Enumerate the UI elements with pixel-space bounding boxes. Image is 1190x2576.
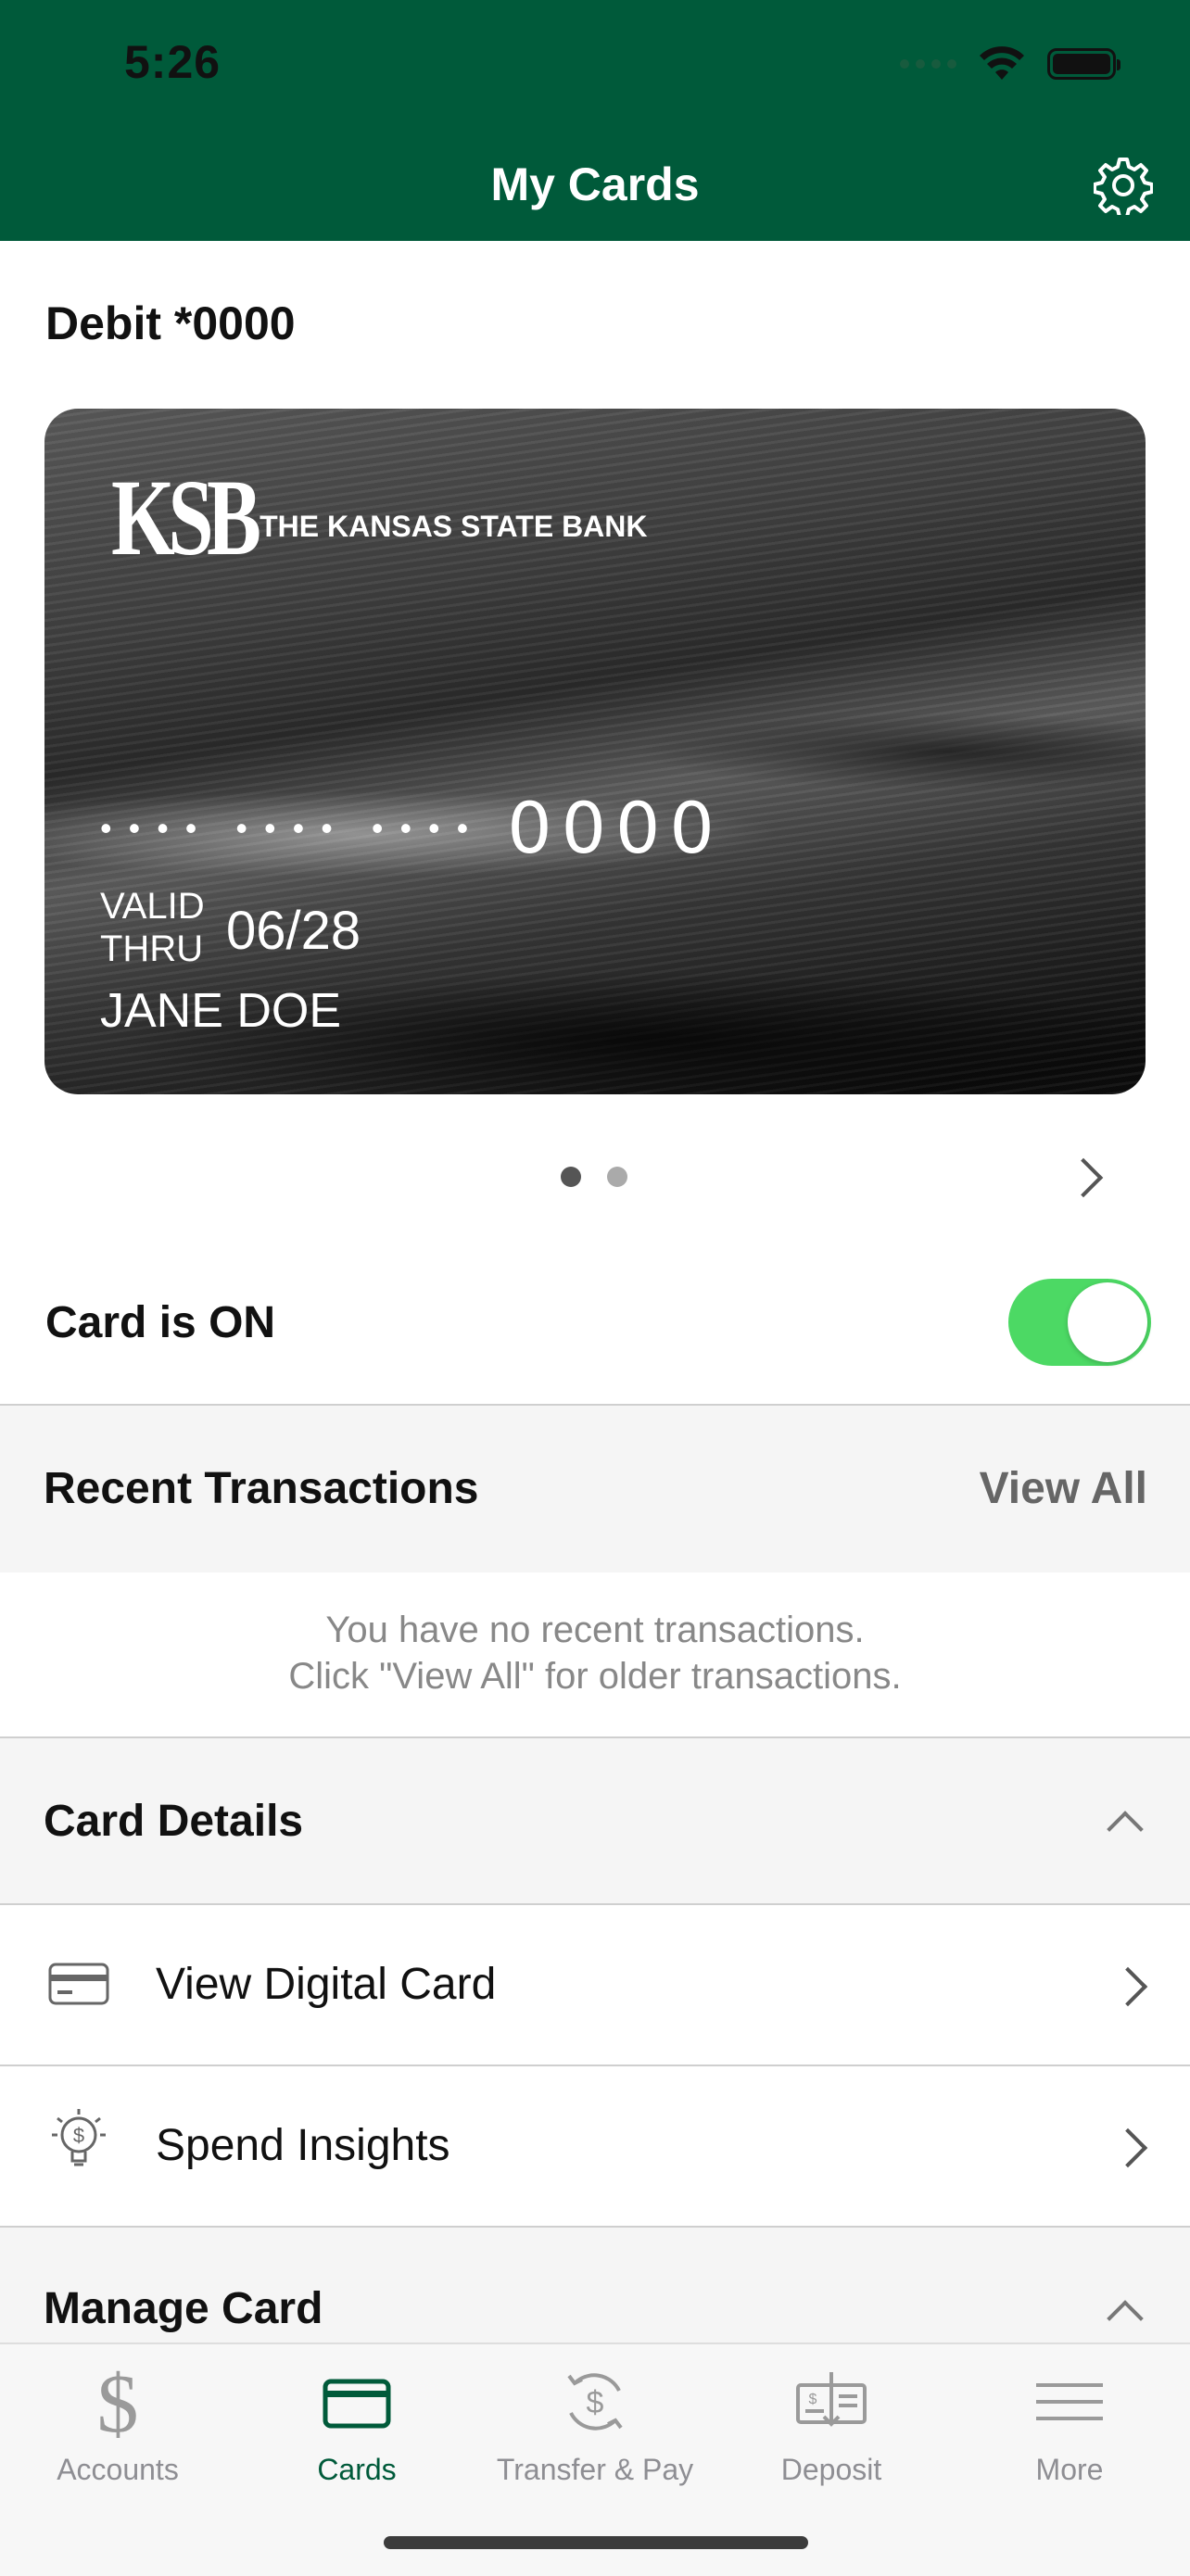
card-on-toggle[interactable]	[1008, 1279, 1151, 1366]
pager-dot[interactable]	[607, 1167, 627, 1187]
toggle-knob	[1068, 1282, 1147, 1362]
bank-name: THE KANSAS STATE BANK	[260, 510, 648, 544]
chevron-right-icon	[1108, 2128, 1148, 2168]
view-digital-card-row[interactable]: View Digital Card	[0, 1905, 1190, 2065]
wifi-icon	[980, 46, 1024, 80]
tab-label-deposit: Deposit	[780, 2453, 882, 2486]
card-details-title: Card Details	[44, 1797, 304, 1846]
svg-text:$: $	[97, 2363, 139, 2441]
view-digital-card-label: View Digital Card	[156, 1960, 497, 2009]
svg-text:$: $	[73, 2124, 84, 2147]
valid-thru-label: VALID THRU	[100, 885, 205, 970]
manage-card-title: Manage Card	[44, 2284, 323, 2333]
tab-transfer-pay[interactable]: $ Transfer & Pay	[488, 2363, 702, 2487]
tab-more[interactable]: More	[963, 2363, 1176, 2487]
masked-digits-1: ••••	[100, 808, 214, 847]
svg-text:$: $	[587, 2385, 604, 2420]
tab-label-cards: Cards	[317, 2453, 397, 2486]
gear-icon[interactable]	[1094, 156, 1153, 215]
pager-dot-active[interactable]	[561, 1167, 581, 1187]
home-indicator[interactable]	[384, 2536, 808, 2549]
card-name-title: Debit *0000	[45, 297, 296, 349]
debit-card-image[interactable]: KSB THE KANSAS STATE BANK •••• •••• ••••…	[44, 409, 1146, 1094]
card-status-label: Card is ON	[45, 1298, 276, 1347]
tab-accounts[interactable]: $ Accounts	[11, 2358, 224, 2487]
valid-label: VALID	[100, 886, 205, 927]
status-icons	[900, 46, 1120, 82]
logo-mark: KSB	[111, 457, 261, 578]
card-pager[interactable]	[561, 1167, 627, 1187]
tab-cards[interactable]: Cards	[250, 2363, 463, 2487]
thru-label: THRU	[100, 928, 204, 969]
card-details-header[interactable]: Card Details	[0, 1738, 1190, 1903]
masked-digits-2: ••••	[235, 808, 349, 847]
collapse-chevron-icon[interactable]	[1107, 1811, 1144, 1848]
tab-label-transfer: Transfer & Pay	[496, 2453, 694, 2486]
lightbulb-dollar-icon: $	[52, 2109, 106, 2166]
chevron-right-icon	[1108, 1966, 1148, 2007]
transfer-icon: $	[567, 2373, 623, 2431]
recent-transactions-title: Recent Transactions	[44, 1464, 479, 1513]
empty-line-1: You have no recent transactions.	[325, 1610, 865, 1650]
battery-icon	[1047, 48, 1120, 80]
menu-icon	[1036, 2383, 1103, 2420]
empty-line-2: Click "View All" for older transactions.	[288, 1656, 902, 1697]
dollar-icon: $	[97, 2358, 139, 2450]
next-card-chevron-icon[interactable]	[1063, 1157, 1104, 1198]
bank-logo: KSB THE KANSAS STATE BANK	[111, 457, 648, 578]
collapse-chevron-icon[interactable]	[1107, 2300, 1144, 2337]
masked-digits-3: ••••	[371, 808, 486, 847]
check-deposit-icon: $	[796, 2372, 867, 2427]
card-number: •••• •••• •••• 0000	[100, 787, 724, 869]
empty-transactions-message: You have no recent transactions. Click "…	[0, 1607, 1190, 1699]
card-last4: 0000	[507, 787, 724, 869]
view-all-link[interactable]: View All	[980, 1463, 1147, 1514]
spend-insights-label: Spend Insights	[156, 2121, 450, 2170]
manage-card-header[interactable]: Manage Card	[0, 2228, 1190, 2342]
credit-card-icon	[48, 1963, 109, 2005]
tab-label-accounts: Accounts	[57, 2453, 179, 2486]
svg-text:$: $	[809, 2392, 817, 2407]
page-title: My Cards	[490, 158, 700, 210]
tab-deposit[interactable]: $ Deposit	[725, 2363, 938, 2487]
signal-icon	[900, 59, 956, 69]
card-expiry: 06/28	[226, 901, 361, 961]
card-icon	[323, 2379, 391, 2429]
tab-label-more: More	[1035, 2453, 1104, 2486]
recent-transactions-header: Recent Transactions View All	[0, 1406, 1190, 1572]
status-time: 5:26	[124, 36, 222, 88]
spend-insights-row[interactable]: $ Spend Insights	[0, 2066, 1190, 2226]
card-holder-name: JANE DOE	[100, 984, 342, 1038]
